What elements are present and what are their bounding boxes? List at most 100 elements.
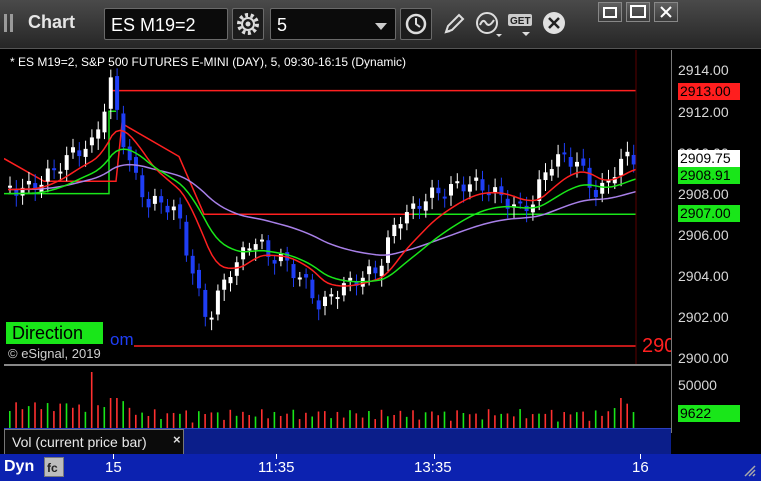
volume-bar bbox=[204, 414, 206, 428]
volume-bar bbox=[399, 410, 402, 428]
candle-body bbox=[8, 185, 12, 188]
price-plot[interactable] bbox=[3, 50, 671, 364]
volume-bar bbox=[443, 411, 446, 428]
candle-body bbox=[323, 296, 327, 307]
volume-bar bbox=[261, 409, 263, 428]
chevron-down-icon bbox=[375, 23, 387, 30]
chart-header: * ES M19=2, S&P 500 FUTURES E-MINI (DAY)… bbox=[10, 55, 407, 69]
window-close-button[interactable] bbox=[654, 2, 678, 22]
volume-bar bbox=[109, 398, 112, 428]
volume-bar bbox=[594, 410, 597, 428]
x-label: 13:35 bbox=[414, 459, 452, 476]
time-button[interactable] bbox=[400, 8, 432, 40]
candle-body bbox=[316, 300, 321, 310]
volume-bar bbox=[538, 413, 540, 428]
volume-bar bbox=[563, 412, 565, 428]
y-tick: 2908.00 bbox=[678, 186, 729, 202]
y-tick: 2914.00 bbox=[678, 62, 729, 78]
settings-button[interactable] bbox=[232, 8, 264, 40]
volume-bar bbox=[311, 416, 313, 428]
candle-body bbox=[341, 283, 346, 296]
candle-body bbox=[152, 195, 157, 204]
volume-bar bbox=[65, 403, 68, 428]
candle-body bbox=[115, 76, 120, 110]
close-icon[interactable]: × bbox=[173, 428, 181, 452]
volume-pane[interactable] bbox=[4, 366, 671, 428]
volume-study-label: Vol (current price bar) bbox=[12, 434, 147, 450]
candle-body bbox=[241, 247, 246, 260]
volume-bar bbox=[487, 409, 490, 428]
price-chart-svg bbox=[3, 50, 637, 364]
volume-bar bbox=[626, 403, 628, 428]
y-tick: 2900.00 bbox=[678, 350, 729, 366]
volume-bar bbox=[324, 411, 326, 428]
candle-body bbox=[593, 189, 598, 198]
grip-icon[interactable] bbox=[4, 14, 18, 32]
candle-body bbox=[45, 168, 50, 182]
candle-body bbox=[329, 294, 334, 297]
restore-button[interactable] bbox=[598, 2, 622, 22]
volume-bar bbox=[582, 411, 584, 428]
volume-bar bbox=[185, 410, 187, 428]
draw-tool-button[interactable] bbox=[438, 8, 468, 40]
volume-bar bbox=[569, 414, 572, 428]
volume-bar bbox=[97, 405, 99, 428]
candle-body bbox=[417, 205, 422, 209]
y-tick: 2906.00 bbox=[678, 227, 729, 243]
volume-current-tag: 9622 bbox=[678, 405, 740, 422]
volume-study-bar: Vol (current price bar) × bbox=[4, 428, 671, 455]
candle-body bbox=[260, 239, 264, 242]
candle-body bbox=[575, 161, 579, 167]
volume-bar bbox=[418, 419, 421, 428]
volume-bar bbox=[122, 401, 124, 428]
volume-bar bbox=[166, 413, 169, 428]
candle-body bbox=[96, 129, 101, 139]
candle-body bbox=[379, 265, 384, 277]
symbol-value: ES M19=2 bbox=[111, 15, 196, 35]
volume-bar bbox=[279, 415, 282, 428]
svg-text:GET: GET bbox=[510, 16, 531, 27]
close-chart-button[interactable] bbox=[540, 8, 572, 40]
volume-bar bbox=[21, 409, 24, 428]
volume-bar bbox=[500, 413, 502, 428]
volume-bar bbox=[179, 413, 181, 428]
study-button[interactable] bbox=[472, 8, 504, 40]
candle-body bbox=[398, 224, 403, 229]
candle-body bbox=[222, 279, 227, 290]
volume-study-tab[interactable]: Vol (current price bar) × bbox=[4, 429, 184, 455]
maximize-button[interactable] bbox=[626, 2, 650, 22]
svg-text:fc: fc bbox=[47, 461, 58, 475]
candle-body bbox=[209, 317, 214, 320]
volume-bar bbox=[613, 408, 616, 428]
candle-body bbox=[197, 269, 201, 289]
volume-bar bbox=[210, 412, 213, 428]
price-tag-green-level: 2907.00 bbox=[678, 205, 740, 222]
get-icon: GET bbox=[508, 14, 532, 36]
volume-bar bbox=[27, 406, 30, 428]
volume-bar bbox=[361, 417, 364, 428]
candle-body bbox=[423, 201, 428, 211]
candle-body bbox=[404, 212, 409, 224]
get-button[interactable]: GET bbox=[506, 8, 538, 40]
fc-button[interactable]: fc bbox=[44, 457, 64, 477]
candle-body bbox=[442, 196, 447, 199]
candle-body bbox=[77, 150, 82, 157]
volume-bar bbox=[78, 404, 80, 428]
resize-grip-icon[interactable] bbox=[741, 462, 757, 481]
title-bar[interactable]: Chart ES M19=2 5 GET bbox=[0, 0, 761, 49]
volume-bar bbox=[128, 407, 131, 428]
interval-dropdown[interactable]: 5 bbox=[270, 8, 396, 40]
candle-body bbox=[625, 151, 630, 157]
volume-bar bbox=[601, 415, 603, 428]
price-tag-red-level: 2913.00 bbox=[678, 83, 740, 100]
candle-body bbox=[297, 277, 302, 280]
symbol-dropdown[interactable]: ES M19=2 bbox=[104, 8, 228, 40]
volume-bar bbox=[286, 413, 288, 428]
volume-bar bbox=[46, 403, 49, 428]
volume-bar bbox=[248, 414, 250, 428]
x-label: 11:35 bbox=[258, 459, 295, 476]
candle-body bbox=[215, 290, 220, 315]
candle-body bbox=[266, 240, 271, 257]
candle-body bbox=[518, 201, 523, 204]
price-axis[interactable]: 2914.00 2912.00 2910.00 2908.00 2906.00 … bbox=[671, 50, 761, 433]
